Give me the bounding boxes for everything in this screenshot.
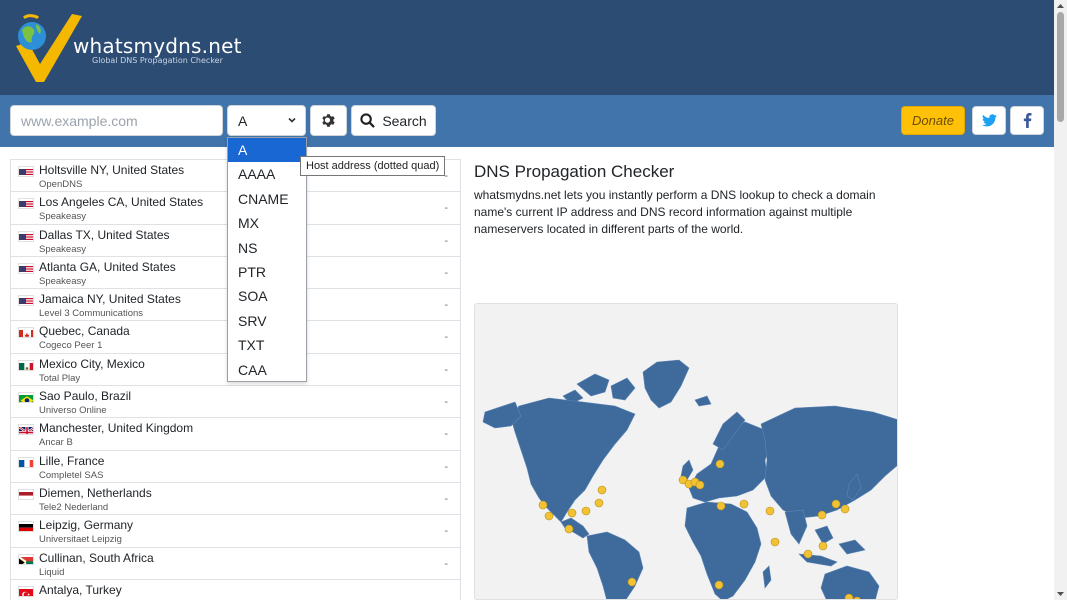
server-provider: Ancar B	[39, 437, 73, 449]
server-row[interactable]: Diemen, Netherlands Tele2 Nederland -	[11, 483, 460, 516]
record-type-option-ns[interactable]: NS	[228, 236, 306, 260]
server-result: -	[444, 396, 448, 409]
search-button-label: Search	[382, 112, 427, 129]
server-location: Atlanta GA, United States	[39, 259, 176, 274]
facebook-icon	[1023, 113, 1031, 128]
facebook-button[interactable]	[1010, 106, 1044, 135]
country-flag-icon	[18, 488, 34, 500]
server-row[interactable]: Leipzig, Germany Universitaet Leipzig -	[11, 515, 460, 548]
logo[interactable]: whatsmydns.net Global DNS Propagation Ch…	[10, 12, 250, 84]
server-result: -	[444, 492, 448, 505]
server-result: -	[444, 331, 448, 344]
server-row[interactable]: Manchester, United Kingdom Ancar B -	[11, 418, 460, 451]
server-result: -	[444, 525, 448, 538]
record-type-option-srv[interactable]: SRV	[228, 309, 306, 333]
record-type-option-cname[interactable]: CNAME	[228, 187, 306, 211]
record-type-option-aaaa[interactable]: AAAA	[228, 162, 306, 186]
server-provider: Liquid	[39, 566, 65, 578]
server-row[interactable]: Cullinan, South Africa Liquid -	[11, 548, 460, 580]
gear-icon	[322, 114, 335, 127]
search-toolbar: A Search Donate	[0, 95, 1054, 147]
server-row[interactable]: Sao Paulo, Brazil Universo Online -	[11, 386, 460, 419]
server-location: Quebec, Canada	[39, 324, 130, 339]
chevron-down-icon	[288, 117, 296, 123]
server-provider: Level 3 Communications	[39, 308, 144, 320]
server-location: Holtsville NY, United States	[39, 163, 185, 177]
country-flag-icon	[18, 424, 34, 436]
server-provider: Universitaet Leipzig	[39, 534, 122, 546]
country-flag-icon	[18, 198, 34, 210]
record-type-option-txt[interactable]: TXT	[228, 333, 306, 357]
record-type-tooltip: Host address (dotted quad)	[300, 156, 446, 176]
server-location: Leipzig, Germany	[39, 518, 134, 533]
world-map-graphic	[482, 359, 897, 599]
server-provider: Completel SAS	[39, 469, 104, 481]
logo-tagline: Global DNS Propagation Checker	[92, 56, 223, 65]
donate-button[interactable]: Donate	[901, 106, 965, 135]
server-provider: Tele2 Nederland	[39, 501, 109, 513]
search-icon	[360, 113, 376, 128]
domain-search-input[interactable]	[10, 105, 223, 136]
country-flag-icon	[18, 521, 34, 533]
server-result: -	[444, 202, 448, 215]
server-provider: OpenDNS	[39, 179, 83, 190]
server-location: Manchester, United Kingdom	[39, 421, 194, 436]
server-result: -	[444, 234, 448, 247]
server-result: -	[444, 363, 448, 376]
server-result: -	[444, 428, 448, 441]
server-location: Jamaica NY, United States	[39, 292, 181, 307]
server-provider: Speakeasy	[39, 211, 87, 223]
server-result: -	[444, 460, 448, 473]
server-result: -	[444, 557, 448, 570]
country-flag-icon	[18, 295, 34, 307]
record-type-select[interactable]: A	[227, 105, 306, 136]
country-flag-icon	[18, 230, 34, 242]
page-title: DNS Propagation Checker	[474, 162, 675, 181]
world-map	[474, 303, 898, 600]
search-button[interactable]: Search	[351, 105, 436, 136]
record-type-option-ptr[interactable]: PTR	[228, 260, 306, 284]
country-flag-icon	[18, 327, 34, 339]
server-result: -	[444, 299, 448, 312]
server-location: Diemen, Netherlands	[39, 485, 152, 500]
server-row[interactable]: Antalya, Turkey	[11, 580, 460, 600]
page-scrollbar[interactable]	[1054, 0, 1067, 600]
record-type-option-mx[interactable]: MX	[228, 211, 306, 235]
server-provider: Speakeasy	[39, 243, 87, 255]
country-flag-icon	[18, 553, 34, 565]
server-provider: Speakeasy	[39, 275, 87, 287]
country-flag-icon	[18, 359, 34, 371]
logo-name: whatsmydns.net	[73, 34, 242, 58]
scrollbar-thumb[interactable]	[1057, 12, 1064, 122]
record-type-option-a[interactable]: A	[228, 138, 306, 163]
server-location: Lille, France	[39, 453, 105, 468]
site-header: whatsmydns.net Global DNS Propagation Ch…	[0, 0, 1054, 95]
server-location: Los Angeles CA, United States	[39, 195, 204, 210]
server-location: Sao Paulo, Brazil	[39, 389, 132, 404]
country-flag-icon	[18, 262, 34, 274]
server-provider: Total Play	[39, 372, 81, 384]
server-location: Antalya, Turkey	[39, 582, 122, 597]
server-location: Mexico City, Mexico	[39, 356, 145, 371]
scroll-up-arrow-icon[interactable]	[1054, 1, 1067, 11]
country-flag-icon	[18, 456, 34, 468]
record-type-option-caa[interactable]: CAA	[228, 358, 306, 382]
server-location: Cullinan, South Africa	[39, 550, 154, 565]
country-flag-icon	[18, 392, 34, 404]
server-location: Dallas TX, United States	[39, 227, 170, 242]
page-description: whatsmydns.net lets you instantly perfor…	[474, 188, 876, 236]
record-type-dropdown: A AAAA CNAME MX NS PTR SOA SRV TXT CAA	[227, 137, 307, 382]
twitter-icon	[981, 114, 997, 127]
twitter-button[interactable]	[972, 106, 1006, 135]
record-type-option-soa[interactable]: SOA	[228, 284, 306, 308]
record-type-value: A	[238, 112, 248, 129]
server-provider: Universo Online	[39, 405, 107, 417]
country-flag-icon	[18, 166, 34, 177]
scroll-down-arrow-icon[interactable]	[1054, 589, 1067, 599]
server-row[interactable]: Lille, France Completel SAS -	[11, 451, 460, 483]
server-provider: Cogeco Peer 1	[39, 340, 103, 352]
country-flag-icon	[18, 585, 34, 597]
server-result: -	[444, 266, 448, 279]
settings-button[interactable]	[310, 105, 347, 136]
